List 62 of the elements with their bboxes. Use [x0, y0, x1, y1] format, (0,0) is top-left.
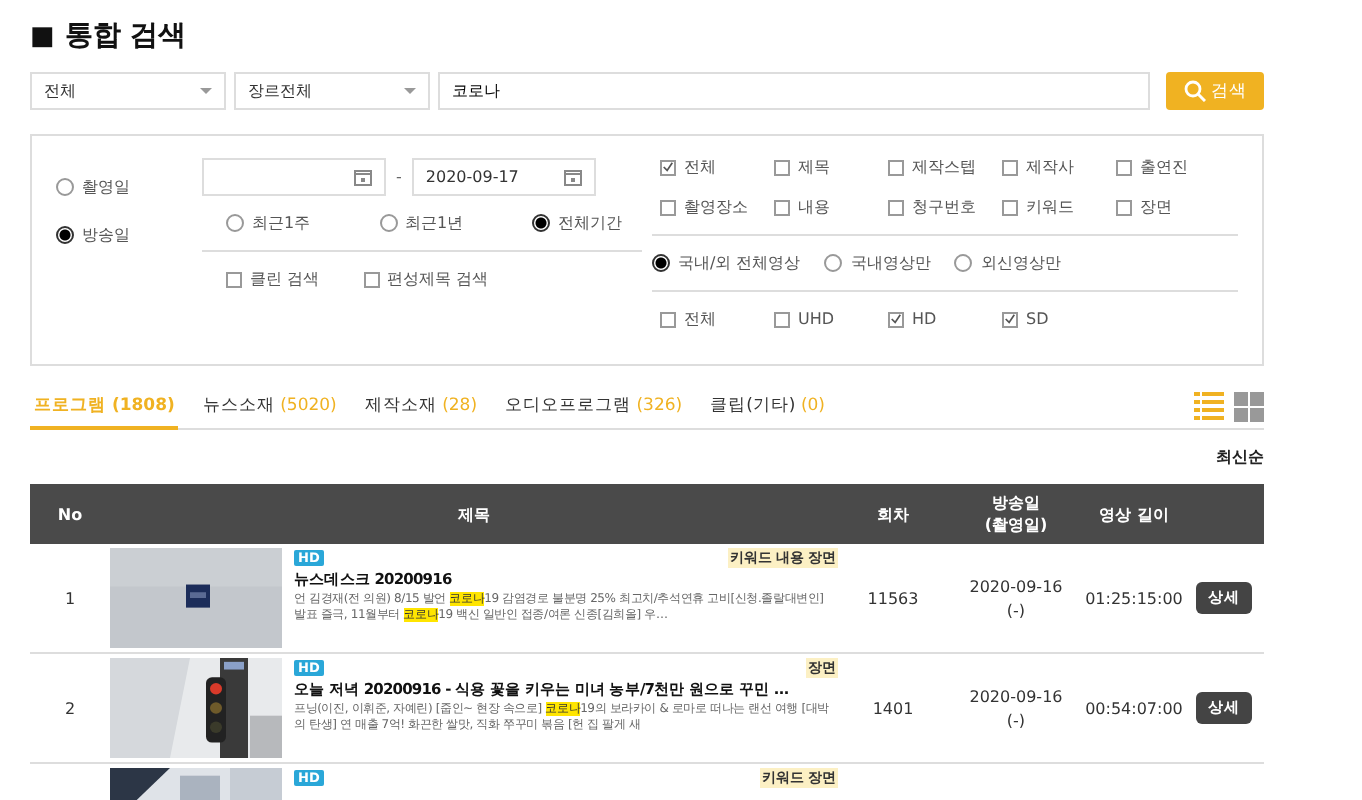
option-checkbox[interactable]: 편성제목 검색: [363, 268, 489, 290]
page-title: 통합 검색: [64, 18, 187, 54]
quality-checkbox[interactable]: 전체: [660, 308, 774, 330]
date-cell: 2020-09-16: [969, 577, 1063, 595]
search-icon: [1183, 80, 1205, 102]
field-checkbox[interactable]: 키워드: [1002, 196, 1116, 218]
checkmark-icon: [662, 160, 674, 174]
sort-label[interactable]: 최신순: [1216, 446, 1264, 468]
column-header: 제목: [456, 503, 492, 525]
quality-checkbox[interactable]: HD: [888, 308, 1002, 330]
field-checkbox[interactable]: 내용: [774, 196, 888, 218]
date-note: (-): [1006, 711, 1026, 729]
column-header: No: [55, 505, 85, 523]
episode-cell-text: 1401: [870, 699, 916, 717]
caret-icon: [404, 88, 416, 94]
scope-radio[interactable]: 외신영상만: [954, 252, 1061, 274]
category-select[interactable]: 전체: [30, 72, 226, 110]
period-radio[interactable]: 최근1년: [379, 212, 464, 234]
date-field[interactable]: [202, 158, 386, 196]
category-tab[interactable]: 뉴스소재 (5020): [198, 394, 341, 430]
column-header: 회차: [875, 503, 911, 525]
grid-view-icon[interactable]: [1234, 392, 1264, 422]
date-type-radio[interactable]: 방송일: [56, 224, 202, 246]
row-number: 1: [62, 589, 78, 607]
calendar-icon: [563, 168, 582, 186]
date-cell: 2020-09-16: [969, 687, 1063, 705]
checkmark-icon: [890, 312, 902, 326]
category-tab[interactable]: 클립(기타) (0): [706, 394, 829, 430]
field-checkbox[interactable]: 제목: [774, 156, 888, 178]
field-checkbox[interactable]: 촬영장소: [660, 196, 774, 218]
calendar-icon: [354, 168, 372, 186]
duration-cell: 00:54:07:00: [1084, 699, 1184, 717]
checkmark-icon: [1004, 312, 1016, 326]
field-checkbox[interactable]: 전체: [660, 156, 774, 178]
title-icon: ■: [30, 21, 55, 51]
date-separator: -: [396, 168, 402, 186]
field-checkbox[interactable]: 제작사: [1002, 156, 1116, 178]
period-radio[interactable]: 최근1주: [226, 212, 311, 234]
field-checkbox[interactable]: 장면: [1116, 196, 1230, 218]
scope-radio[interactable]: 국내영상만: [824, 252, 931, 274]
column-header: 영상 길이: [1097, 503, 1171, 525]
quality-checkbox[interactable]: SD: [1002, 308, 1116, 330]
date-field[interactable]: 2020-09-17: [411, 158, 596, 196]
field-checkbox[interactable]: 출연진: [1116, 156, 1230, 178]
caret-icon: [200, 88, 212, 94]
field-checkbox[interactable]: 제작스텝: [888, 156, 1002, 178]
category-tab[interactable]: 오디오프로그램 (326): [501, 394, 687, 430]
search-field[interactable]: 코로나: [438, 72, 1150, 110]
field-checkbox[interactable]: 청구번호: [888, 196, 1002, 218]
genre-select[interactable]: 장르전체: [234, 72, 430, 110]
row-number: 2: [62, 699, 78, 717]
quality-checkbox[interactable]: UHD: [774, 308, 888, 330]
category-tab[interactable]: 제작소재 (28): [360, 394, 482, 430]
date-note: (-): [1006, 601, 1026, 619]
period-radio[interactable]: 전체기간: [532, 212, 622, 234]
scope-radio[interactable]: 국내/외 전체영상: [652, 252, 801, 274]
option-checkbox[interactable]: 클린 검색: [226, 268, 320, 290]
date-type-radio[interactable]: 촬영일: [56, 176, 202, 198]
column-header: 방송일 (촬영일): [982, 492, 1050, 536]
episode-cell-text: 11563: [865, 589, 921, 607]
list-view-icon[interactable]: [1194, 392, 1224, 422]
duration-cell: 01:25:15:00: [1084, 589, 1184, 607]
